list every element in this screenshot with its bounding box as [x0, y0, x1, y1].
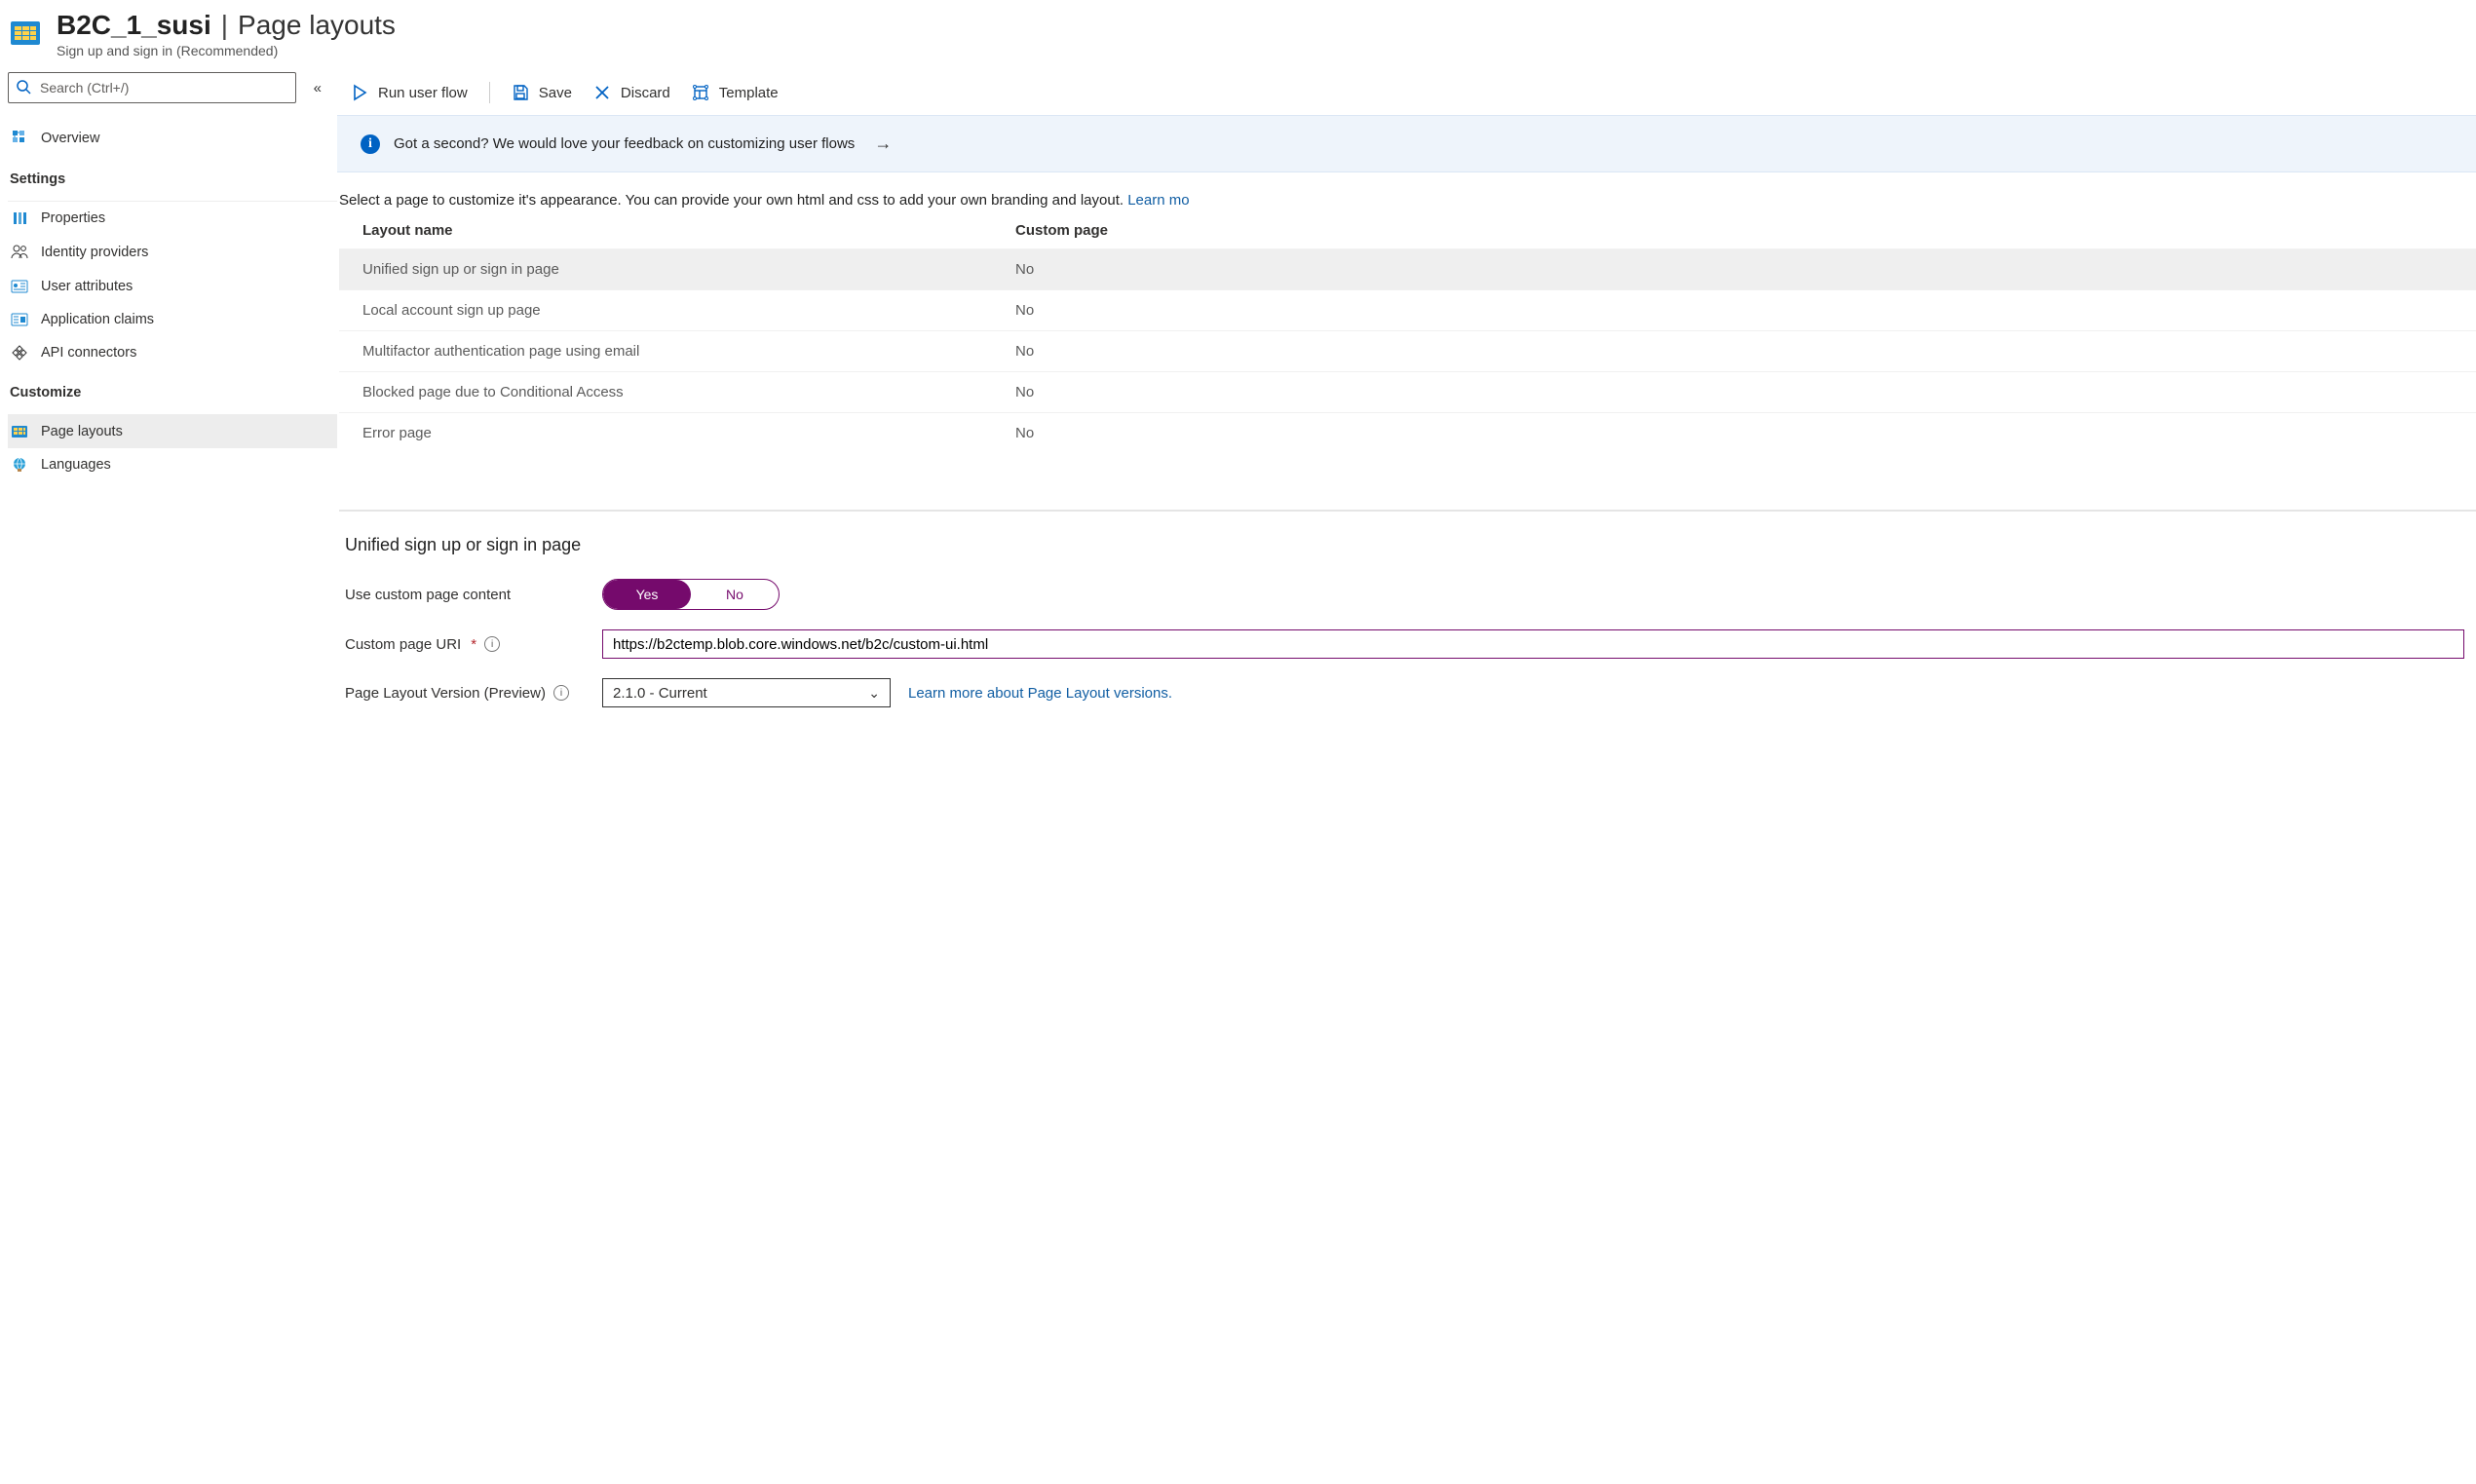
row-custom-page: No [1015, 261, 2476, 278]
banner-text: Got a second? We would love your feedbac… [394, 135, 855, 152]
resource-icon [8, 16, 43, 51]
use-custom-label: Use custom page content [345, 587, 602, 603]
custom-uri-input[interactable] [602, 629, 2464, 659]
col-head-custom: Custom page [1015, 222, 2476, 239]
col-head-name: Layout name [362, 222, 1015, 239]
table-row[interactable]: Error pageNo [339, 412, 2476, 453]
table-row[interactable]: Blocked page due to Conditional AccessNo [339, 371, 2476, 412]
row-layout-name: Blocked page due to Conditional Access [362, 384, 1015, 400]
sidebar-item-languages[interactable]: Languages [8, 448, 337, 481]
sidebar-group-customize: Customize [8, 369, 337, 406]
toolbar: Run user flow Save Discard [337, 72, 2476, 115]
sidebar-item-properties[interactable]: Properties [8, 202, 337, 235]
version-label: Page Layout Version (Preview) i [345, 685, 602, 702]
sidebar-item-api-connectors[interactable]: API connectors [8, 336, 337, 369]
row-custom-page: No [1015, 343, 2476, 360]
layout-table: Layout name Custom page Unified sign up … [339, 216, 2476, 453]
sidebar: « Overview Settings Properties [0, 72, 337, 717]
feedback-banner[interactable]: i Got a second? We would love your feedb… [337, 115, 2476, 172]
table-row[interactable]: Unified sign up or sign in pageNo [339, 248, 2476, 289]
arrow-right-icon: → [874, 133, 892, 154]
info-tooltip-icon[interactable]: i [484, 636, 500, 652]
save-button[interactable]: Save [512, 84, 572, 101]
table-row[interactable]: Local account sign up pageNo [339, 289, 2476, 330]
version-label-text: Page Layout Version (Preview) [345, 685, 546, 702]
sidebar-item-label: Properties [41, 210, 105, 226]
sidebar-item-label: Page layouts [41, 424, 123, 439]
run-user-flow-button[interactable]: Run user flow [351, 84, 468, 101]
search-icon [17, 80, 32, 95]
sidebar-item-label: Application claims [41, 312, 154, 327]
toolbar-label: Run user flow [378, 85, 468, 101]
template-button[interactable]: Template [692, 84, 779, 101]
row-custom-page: No [1015, 302, 2476, 319]
user-attributes-icon [10, 280, 29, 293]
page-layouts-icon [10, 425, 29, 438]
version-select[interactable]: 2.1.0 - Current ⌄ [602, 678, 891, 707]
languages-icon [10, 457, 29, 473]
collapse-sidebar-icon[interactable]: « [314, 80, 331, 96]
info-tooltip-icon[interactable]: i [553, 685, 569, 701]
sidebar-item-user-attributes[interactable]: User attributes [8, 270, 337, 303]
overview-icon [10, 130, 29, 147]
sidebar-item-application-claims[interactable]: Application claims [8, 303, 337, 336]
row-custom-page: No [1015, 425, 2476, 441]
sidebar-item-page-layouts[interactable]: Page layouts [8, 415, 337, 448]
detail-panel: Unified sign up or sign in page Use cust… [339, 535, 2476, 717]
sidebar-item-label: API connectors [41, 345, 136, 361]
row-layout-name: Error page [362, 425, 1015, 441]
toggle-no[interactable]: No [691, 580, 779, 609]
properties-icon [10, 210, 29, 226]
toolbar-label: Save [539, 85, 572, 101]
title-resource: B2C_1_susi [57, 10, 211, 41]
page-subtitle: Sign up and sign in (Recommended) [57, 43, 396, 58]
toolbar-label: Discard [621, 85, 670, 101]
identity-icon [10, 244, 29, 261]
helper-text-body: Select a page to customize it's appearan… [339, 192, 1127, 209]
row-layout-name: Unified sign up or sign in page [362, 261, 1015, 278]
version-value: 2.1.0 - Current [613, 685, 707, 702]
play-icon [351, 84, 368, 101]
toggle-yes[interactable]: Yes [603, 580, 691, 609]
toolbar-label: Template [719, 85, 779, 101]
row-layout-name: Local account sign up page [362, 302, 1015, 319]
toolbar-separator [489, 82, 490, 103]
main-content: Run user flow Save Discard [337, 72, 2476, 717]
table-header-row: Layout name Custom page [339, 216, 2476, 248]
api-connectors-icon [10, 345, 29, 361]
chevron-down-icon: ⌄ [868, 685, 880, 702]
sidebar-item-overview[interactable]: Overview [8, 121, 337, 156]
uri-label-text: Custom page URI [345, 636, 461, 653]
row-layout-name: Multifactor authentication page using em… [362, 343, 1015, 360]
sidebar-item-label: Languages [41, 457, 111, 473]
save-icon [512, 84, 529, 101]
template-icon [692, 84, 709, 101]
page-title: B2C_1_susi | Page layouts [57, 10, 396, 41]
discard-icon [593, 84, 611, 101]
detail-title: Unified sign up or sign in page [345, 535, 2464, 555]
learn-more-link[interactable]: Learn mo [1127, 192, 1189, 209]
sidebar-item-identity-providers[interactable]: Identity providers [8, 235, 337, 270]
discard-button[interactable]: Discard [593, 84, 670, 101]
custom-uri-label: Custom page URI * i [345, 636, 602, 653]
sidebar-item-label: Overview [41, 131, 99, 146]
table-row[interactable]: Multifactor authentication page using em… [339, 330, 2476, 371]
title-sep: | [221, 10, 228, 41]
info-icon: i [361, 134, 380, 154]
application-claims-icon [10, 313, 29, 326]
sidebar-item-label: User attributes [41, 279, 133, 294]
helper-text: Select a page to customize it's appearan… [339, 188, 2476, 216]
row-custom-page: No [1015, 384, 2476, 400]
page-header: B2C_1_susi | Page layouts Sign up and si… [0, 0, 2476, 72]
sidebar-item-label: Identity providers [41, 245, 148, 260]
title-section: Page layouts [238, 10, 396, 41]
search-input[interactable] [38, 79, 287, 96]
sidebar-group-settings: Settings [8, 156, 337, 193]
required-asterisk: * [471, 636, 476, 653]
use-custom-toggle[interactable]: Yes No [602, 579, 780, 610]
sidebar-search[interactable] [8, 72, 296, 103]
section-divider [339, 510, 2476, 512]
version-learn-more-link[interactable]: Learn more about Page Layout versions. [908, 685, 1172, 702]
